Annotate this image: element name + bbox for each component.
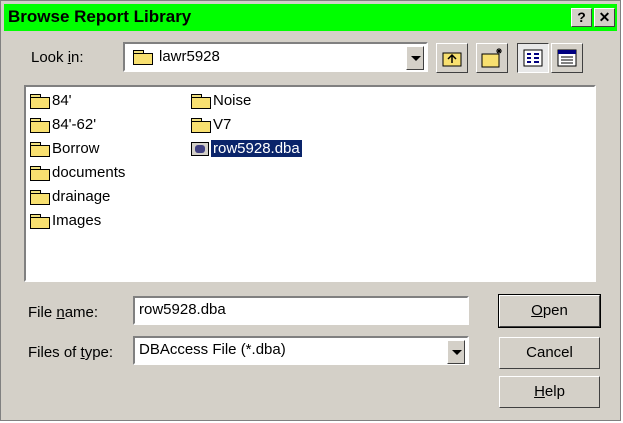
filetype-dropdown-button[interactable] xyxy=(447,340,465,364)
lookin-label: Look in: xyxy=(31,49,84,66)
details-view-button[interactable] xyxy=(551,43,583,73)
folder-icon xyxy=(30,94,50,109)
help-button[interactable]: Help xyxy=(499,376,600,408)
lookin-dropdown-button[interactable] xyxy=(406,46,424,70)
new-folder-icon xyxy=(481,48,502,68)
close-button[interactable]: ✕ xyxy=(594,8,615,27)
filename-label: File name: xyxy=(28,304,99,321)
up-folder-icon xyxy=(442,52,462,67)
folder-icon xyxy=(191,118,211,133)
folder-icon xyxy=(30,214,50,229)
open-folder-icon xyxy=(133,50,153,65)
filetype-value: DBAccess File (*.dba) xyxy=(139,341,286,358)
details-view-icon xyxy=(557,49,577,67)
filename-input[interactable]: row5928.dba xyxy=(133,296,469,325)
folder-icon xyxy=(191,94,211,109)
lookin-value: lawr5928 xyxy=(159,48,220,65)
folder-icon xyxy=(30,118,50,133)
dba-file-icon xyxy=(191,142,209,156)
help-title-button[interactable]: ? xyxy=(571,8,592,27)
title-bar[interactable]: Browse Report Library ? ✕ xyxy=(4,4,617,31)
open-button[interactable]: Open xyxy=(498,294,601,328)
folder-icon xyxy=(30,190,50,205)
lookin-combo[interactable]: lawr5928 xyxy=(123,42,428,72)
create-new-folder-button[interactable] xyxy=(476,43,508,73)
folder-icon xyxy=(30,142,50,157)
folder-icon xyxy=(30,166,50,181)
cancel-button[interactable]: Cancel xyxy=(499,337,600,369)
file-list[interactable]: 84' 84'-62' Borrow documents drainage Im… xyxy=(24,85,596,282)
list-view-icon xyxy=(523,49,543,67)
filetype-label: Files of type: xyxy=(28,344,114,361)
list-view-button[interactable] xyxy=(517,43,549,73)
window-title: Browse Report Library xyxy=(8,7,192,26)
filetype-select[interactable]: DBAccess File (*.dba) xyxy=(133,336,469,365)
browse-dialog: Browse Report Library ? ✕ Look in: lawr5… xyxy=(0,0,621,421)
up-one-level-button[interactable] xyxy=(436,43,468,73)
